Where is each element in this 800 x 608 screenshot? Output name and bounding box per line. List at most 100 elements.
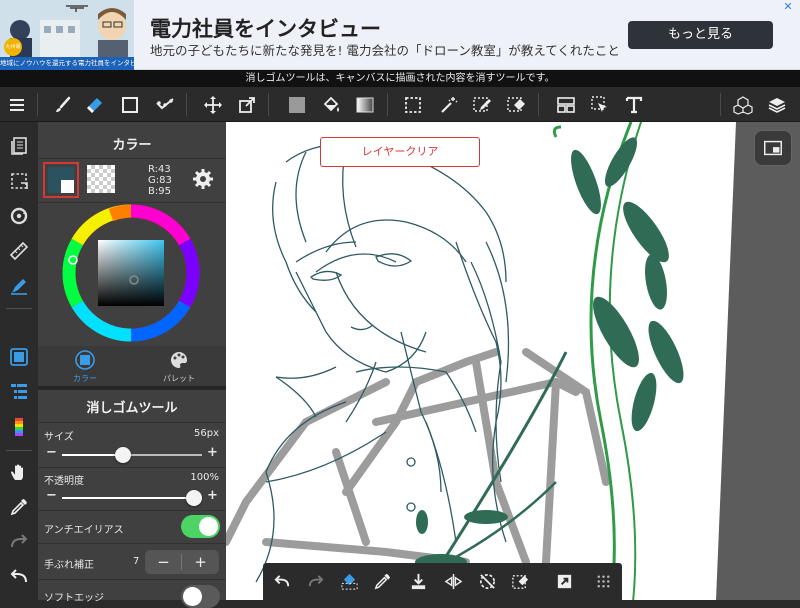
toolbar-divider (538, 93, 539, 116)
stabilizer-value: 7 (133, 556, 140, 567)
size-slider-fill (62, 454, 124, 456)
layer-panel-icon[interactable] (3, 376, 35, 408)
panel-divider (38, 158, 226, 159)
3d-material-icon[interactable] (728, 87, 758, 122)
redo-icon[interactable] (300, 566, 330, 596)
opacity-minus-button[interactable]: − (46, 488, 57, 503)
rgb-g-value: G:83 (148, 175, 172, 186)
left-toolbar-divider (6, 308, 32, 309)
opacity-slider-knob[interactable] (186, 490, 202, 506)
palette-strip-icon[interactable] (3, 411, 35, 443)
redo-icon[interactable] (3, 526, 35, 558)
antialias-toggle[interactable] (181, 515, 220, 538)
tool-panel-title: 消しゴムツール (86, 401, 178, 416)
soft-edge-label: ソフトエッジ (44, 593, 104, 604)
panel-divider (38, 510, 226, 511)
undo-icon[interactable] (267, 566, 297, 596)
gradient-icon[interactable] (350, 87, 380, 122)
selection-icon[interactable] (3, 165, 35, 197)
opacity-slider-fill (62, 497, 194, 499)
tab-color[interactable]: カラー (38, 346, 132, 386)
toolbar-divider (37, 93, 38, 116)
soft-edge-toggle[interactable] (181, 585, 220, 608)
operation-icon[interactable] (585, 87, 615, 122)
toolbar-divider (720, 93, 721, 116)
panel-divider (38, 467, 226, 468)
transform-icon[interactable] (232, 87, 262, 122)
eraser-icon[interactable] (80, 87, 110, 122)
eyedropper-icon[interactable] (3, 491, 35, 523)
color-wheel[interactable] (60, 202, 202, 344)
sub-color-swatch[interactable] (61, 180, 74, 193)
opacity-plus-button[interactable]: + (207, 488, 218, 503)
brush-icon[interactable] (48, 87, 78, 122)
soft-edge-toggle-knob (183, 587, 202, 606)
gear-icon[interactable] (192, 168, 214, 190)
panel-divider (38, 543, 226, 544)
panel-divider (38, 386, 226, 390)
text-icon[interactable] (619, 87, 649, 122)
correction-icon[interactable] (150, 87, 180, 122)
side-panel: カラー R:43 G:83 B:95 カラー パレット 消しゴムツール サイズ … (38, 122, 226, 608)
ad-close-icon[interactable]: ✕ (780, 0, 796, 14)
menu-icon[interactable] (2, 87, 32, 122)
bottom-toolbar (263, 563, 622, 600)
ad-image-caption: 地域にノウハウを還元する電力社員をインタビュー! (0, 57, 134, 70)
rotate-canvas-icon[interactable] (3, 200, 35, 232)
save-download-icon[interactable] (403, 566, 433, 596)
drawing-canvas[interactable] (226, 122, 800, 600)
move-icon[interactable] (198, 87, 228, 122)
layers-icon[interactable] (762, 87, 792, 122)
opacity-label: 不透明度 (44, 476, 84, 487)
opacity-value: 100% (190, 472, 219, 483)
palette-icon (169, 350, 189, 370)
select-pen-icon[interactable] (467, 87, 497, 122)
ad-title[interactable]: 電力社員をインタビュー (150, 13, 381, 43)
canvas-area[interactable] (226, 122, 800, 600)
current-color-swatch-frame[interactable] (43, 162, 79, 198)
size-plus-button[interactable]: + (207, 445, 218, 460)
ruler-icon[interactable] (3, 235, 35, 267)
flip-horizontal-icon[interactable] (438, 566, 468, 596)
rectangle-icon[interactable] (115, 87, 145, 122)
navigator-button[interactable] (754, 130, 792, 166)
ad-image[interactable]: 九州電力 地域にノウハウを還元する電力社員をインタビュー! (0, 0, 134, 70)
pages-icon[interactable] (3, 130, 35, 162)
panel-divider (38, 579, 226, 580)
rotate-reset-icon[interactable] (472, 566, 502, 596)
fill-transform-icon[interactable] (334, 566, 364, 596)
frame-divider-icon[interactable] (551, 87, 581, 122)
share-export-icon[interactable] (549, 566, 579, 596)
size-slider-knob[interactable] (115, 447, 132, 463)
ad-image-badge: 九州電力 (4, 38, 22, 68)
stabilizer-plus-button[interactable]: + (182, 550, 219, 574)
magic-wand-icon[interactable] (434, 87, 464, 122)
eyedropper-icon[interactable] (367, 566, 397, 596)
toolbar-divider (387, 93, 388, 116)
antialias-label: アンチエイリアス (44, 525, 124, 536)
undo-icon[interactable] (3, 561, 35, 593)
fill-color-icon[interactable] (282, 87, 312, 122)
main-toolbar (0, 87, 800, 122)
transparent-color-swatch[interactable] (87, 165, 115, 193)
hand-icon[interactable] (3, 456, 35, 488)
color-square-icon (75, 350, 95, 370)
select-eraser-icon[interactable] (501, 87, 531, 122)
color-panel-icon[interactable] (3, 341, 35, 373)
tab-palette[interactable]: パレット (132, 346, 226, 386)
clear-selection-icon[interactable] (505, 566, 535, 596)
layer-clear-button[interactable]: レイヤークリア (320, 137, 480, 167)
size-minus-button[interactable]: − (46, 445, 57, 460)
ad-more-button[interactable]: もっと見る (628, 21, 773, 49)
bucket-icon[interactable] (316, 87, 346, 122)
select-rect-icon[interactable] (398, 87, 428, 122)
rgb-r-value: R:43 (148, 164, 171, 175)
ad-description[interactable]: 地元の子どもたちに新たな発見を! 電力会社の「ドローン教室」が教えてくれたこと (150, 40, 620, 59)
ad-banner[interactable]: 九州電力 地域にノウハウを還元する電力社員をインタビュー! 電力社員をインタビュ… (0, 0, 800, 70)
size-value: 56px (194, 428, 219, 439)
stabilizer-minus-button[interactable]: − (145, 550, 182, 574)
more-menu-icon[interactable] (588, 566, 618, 596)
snap-pen-icon[interactable] (3, 270, 35, 302)
stabilizer-stepper: − + (145, 550, 219, 574)
size-label: サイズ (44, 432, 74, 443)
